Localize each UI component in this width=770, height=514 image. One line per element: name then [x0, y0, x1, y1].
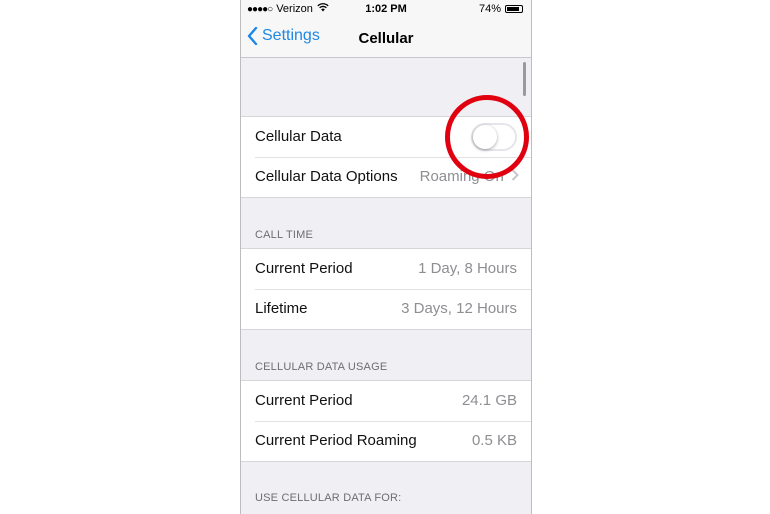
data-usage-header: CELLULAR DATA USAGE: [255, 361, 388, 373]
roaming-status: Roaming On: [419, 168, 504, 185]
navigation-bar: Settings Cellular: [241, 20, 531, 58]
scrollbar[interactable]: [523, 62, 526, 96]
data-usage-group: Current Period 24.1 GB Current Period Ro…: [241, 380, 531, 462]
table-row: Current Period 24.1 GB: [241, 381, 531, 421]
row-label: Lifetime: [255, 300, 308, 317]
table-row: Current Period 1 Day, 8 Hours: [241, 249, 531, 289]
row-value: 24.1 GB: [461, 392, 517, 409]
table-row: Current Period Roaming 0.5 KB: [241, 421, 531, 461]
cellular-data-row: Cellular Data: [241, 117, 531, 157]
row-value: 0.5 KB: [471, 432, 517, 449]
cellular-data-options-label: Cellular Data Options: [255, 168, 398, 185]
page-title: Cellular: [358, 30, 414, 47]
call-time-group: Current Period 1 Day, 8 Hours Lifetime 3…: [241, 248, 531, 330]
table-row: Lifetime 3 Days, 12 Hours: [241, 289, 531, 329]
row-label: Current Period: [255, 392, 353, 409]
row-value: 3 Days, 12 Hours: [401, 300, 517, 317]
cellular-data-toggle[interactable]: [471, 123, 517, 151]
cellular-data-label: Cellular Data: [255, 128, 342, 145]
cellular-group: Cellular Data Cellular Data Options Roam…: [241, 116, 531, 198]
call-time-header: CALL TIME: [255, 229, 314, 241]
use-data-for-header: USE CELLULAR DATA FOR:: [255, 492, 402, 504]
chevron-right-icon: [511, 169, 519, 181]
toggle-knob: [473, 125, 497, 149]
row-label: Current Period Roaming: [255, 432, 417, 449]
row-label: Current Period: [255, 260, 353, 277]
status-right: 74%: [479, 3, 523, 15]
row-value: 1 Day, 8 Hours: [418, 260, 517, 277]
cellular-data-options-row[interactable]: Cellular Data Options Roaming On: [241, 157, 531, 197]
battery-icon: [505, 5, 523, 13]
phone-screen: ●●●●○ Verizon 1:02 PM 74% Settings Cellu…: [240, 0, 532, 514]
battery-percent: 74%: [478, 3, 501, 15]
status-bar: ●●●●○ Verizon 1:02 PM 74%: [241, 0, 531, 20]
cellular-data-options-value: Roaming On: [420, 168, 519, 185]
